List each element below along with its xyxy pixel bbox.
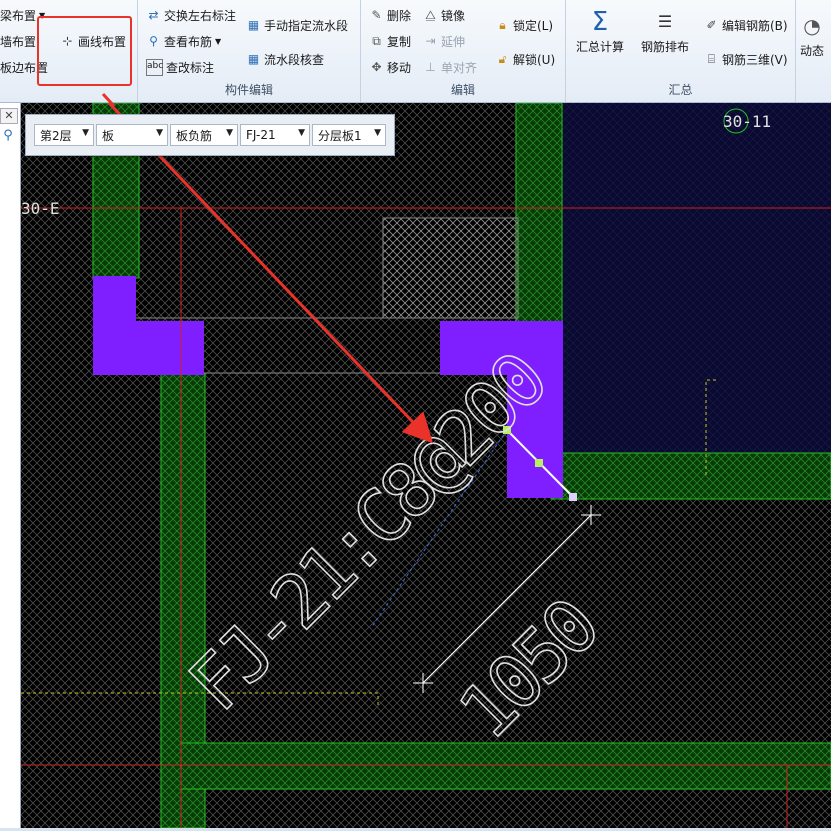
component-name-select[interactable]: FJ-21 ▼ bbox=[240, 124, 310, 146]
sigma-icon: Σ bbox=[591, 7, 609, 37]
sum-calc-label: 汇总计算 bbox=[576, 40, 625, 54]
manual-flow-button[interactable]: ▦ 手动指定流水段 bbox=[246, 17, 348, 34]
mirror-button[interactable]: ⧋ 镜像 bbox=[423, 7, 465, 24]
cad-drawing[interactable]: FJ-21:C8@200 1050 30-11 30-E bbox=[21, 101, 831, 829]
edit-rebar-label: 编辑钢筋(B) bbox=[722, 19, 788, 33]
ribbon-group-component-edit: ⇄ 交换左右标注 ⚲ 查看布筋 ▼ abc 查改标注 ▦ 手动指定流水段 ▦ 流… bbox=[138, 0, 361, 102]
sub-type-select[interactable]: 板负筋 ▼ bbox=[170, 124, 238, 146]
unlock-label: 解锁(U) bbox=[513, 53, 556, 67]
component-type-select[interactable]: 板 ▼ bbox=[96, 124, 168, 146]
group-label-edit: 编辑 bbox=[450, 83, 475, 97]
swap-icon: ⇄ bbox=[148, 8, 159, 22]
close-icon[interactable]: ✕ bbox=[0, 108, 18, 124]
sub-type-value: 板负筋 bbox=[176, 128, 213, 143]
floor-select-value: 第2层 bbox=[40, 128, 72, 143]
extend-label: 延伸 bbox=[441, 35, 466, 49]
highlight-box bbox=[37, 16, 132, 86]
edit-rebar-icon: ✐ bbox=[706, 18, 717, 32]
manual-flow-label: 手动指定流水段 bbox=[264, 19, 349, 33]
chevron-down-icon: ▼ bbox=[156, 128, 163, 138]
wall-layout-button[interactable]: 墙布置 bbox=[0, 33, 36, 50]
floor-select[interactable]: 第2层 ▼ bbox=[34, 124, 94, 146]
flow-icon: ▦ bbox=[247, 18, 260, 32]
ribbon-toolbar: 梁布置 ▼ 墙布置 板边布置 ⊹ 画线布置 ⇄ 交换左右标注 ⚲ 查看布筋 ▼ … bbox=[0, 0, 831, 103]
swap-labels-label: 交换左右标注 bbox=[164, 9, 237, 23]
axis-label-left: 30-E bbox=[21, 199, 60, 218]
flow-check-button[interactable]: ▦ 流水段核查 bbox=[246, 51, 324, 68]
dynamic-button[interactable]: ◔ 动态 bbox=[800, 10, 824, 59]
rebar-3d-button[interactable]: ⌸ 钢筋三维(V) bbox=[704, 51, 788, 68]
view-rebar-button[interactable]: ⚲ 查看布筋 ▼ bbox=[146, 33, 221, 50]
rebar-arrange-label: 钢筋排布 bbox=[641, 40, 690, 54]
rebar-3d-icon: ⌸ bbox=[707, 52, 716, 66]
delete-label: 删除 bbox=[387, 9, 412, 23]
wall-layout-label: 墙布置 bbox=[0, 35, 37, 49]
beam-vertical-right bbox=[515, 102, 563, 334]
flow-check-label: 流水段核查 bbox=[264, 53, 325, 67]
lock-button[interactable]: 🔒︎ 锁定(L) bbox=[495, 17, 553, 34]
ribbon-group-edit: ✎ 删除 ⧋ 镜像 ⧉ 复制 ⇥ 延伸 ✥ 移动 ⊥ 单对齐 🔒︎ 锁定(L) … bbox=[361, 0, 566, 102]
grip-point-end[interactable] bbox=[569, 493, 577, 501]
chevron-down-icon: ▼ bbox=[374, 128, 381, 138]
edit-label-button[interactable]: abc 查改标注 bbox=[146, 59, 214, 76]
group-label-summary: 汇总 bbox=[668, 83, 693, 97]
chevron-down-icon: ▼ bbox=[215, 37, 222, 46]
layer-value: 分层板1 bbox=[318, 128, 362, 143]
component-type-value: 板 bbox=[102, 128, 115, 143]
flow-check-icon: ▦ bbox=[247, 52, 260, 66]
lock-label: 锁定(L) bbox=[513, 19, 554, 33]
chevron-down-icon: ▼ bbox=[226, 128, 233, 138]
unlock-icon: 🔓︎ bbox=[498, 52, 507, 66]
extend-button[interactable]: ⇥ 延伸 bbox=[423, 33, 465, 50]
opening-hatch bbox=[382, 217, 519, 319]
copy-label: 复制 bbox=[387, 35, 412, 49]
eraser-icon: ✎ bbox=[371, 8, 382, 22]
beam-horizontal-right bbox=[550, 452, 831, 500]
delete-button[interactable]: ✎ 删除 bbox=[369, 7, 411, 24]
single-align-button[interactable]: ⊥ 单对齐 bbox=[423, 59, 477, 76]
rebar-arrange-button[interactable]: ☰ 钢筋排布 bbox=[641, 6, 689, 55]
ribbon-group-summary: Σ 汇总计算 ☰ 钢筋排布 ✐ 编辑钢筋(B) ⌸ 钢筋三维(V) 汇总 bbox=[566, 0, 796, 102]
single-align-label: 单对齐 bbox=[441, 61, 478, 75]
lock-icon: 🔒︎ bbox=[499, 18, 506, 32]
unlock-button[interactable]: 🔓︎ 解锁(U) bbox=[495, 51, 556, 68]
dynamic-icon: ◔ bbox=[803, 14, 821, 38]
edit-rebar-button[interactable]: ✐ 编辑钢筋(B) bbox=[704, 17, 788, 34]
chevron-down-icon: ▼ bbox=[82, 128, 89, 138]
rebar-3d-label: 钢筋三维(V) bbox=[722, 53, 788, 67]
property-toolbar: 第2层 ▼ 板 ▼ 板负筋 ▼ FJ-21 ▼ 分层板1 ▼ bbox=[25, 114, 395, 156]
copy-button[interactable]: ⧉ 复制 bbox=[369, 33, 411, 50]
swap-labels-button[interactable]: ⇄ 交换左右标注 bbox=[146, 7, 236, 24]
annotation-arrow-tail bbox=[101, 92, 116, 108]
drawing-canvas[interactable]: FJ-21:C8@200 1050 30-11 30-E bbox=[21, 101, 831, 829]
component-name-value: FJ-21 bbox=[246, 128, 276, 142]
slab-region-blue bbox=[563, 103, 831, 453]
align-icon: ⊥ bbox=[425, 60, 436, 74]
axis-label-top-right: 30-11 bbox=[723, 112, 771, 131]
mirror-label: 镜像 bbox=[441, 9, 466, 23]
search-icon[interactable]: ⚲ bbox=[0, 128, 16, 146]
edit-label-label: 查改标注 bbox=[166, 61, 215, 75]
beam-layout-label: 梁布置 bbox=[0, 9, 37, 23]
chevron-down-icon: ▼ bbox=[298, 128, 305, 138]
move-icon: ✥ bbox=[371, 60, 382, 74]
rebar-arrange-icon: ☰ bbox=[657, 12, 673, 31]
move-label: 移动 bbox=[387, 61, 412, 75]
abc-icon: abc bbox=[146, 59, 163, 76]
sum-calc-button[interactable]: Σ 汇总计算 bbox=[576, 6, 624, 55]
grip-point-mid[interactable] bbox=[535, 459, 543, 467]
move-button[interactable]: ✥ 移动 bbox=[369, 59, 411, 76]
mirror-icon: ⧋ bbox=[425, 8, 436, 22]
view-rebar-label: 查看布筋 bbox=[164, 35, 213, 49]
group-label-component-edit: 构件编辑 bbox=[224, 83, 273, 97]
view-rebar-icon: ⚲ bbox=[149, 34, 158, 48]
dynamic-label: 动态 bbox=[800, 44, 825, 58]
left-panel-strip bbox=[0, 103, 21, 828]
layer-select[interactable]: 分层板1 ▼ bbox=[312, 124, 386, 146]
copy-icon: ⧉ bbox=[372, 34, 381, 48]
extend-icon: ⇥ bbox=[425, 34, 436, 48]
